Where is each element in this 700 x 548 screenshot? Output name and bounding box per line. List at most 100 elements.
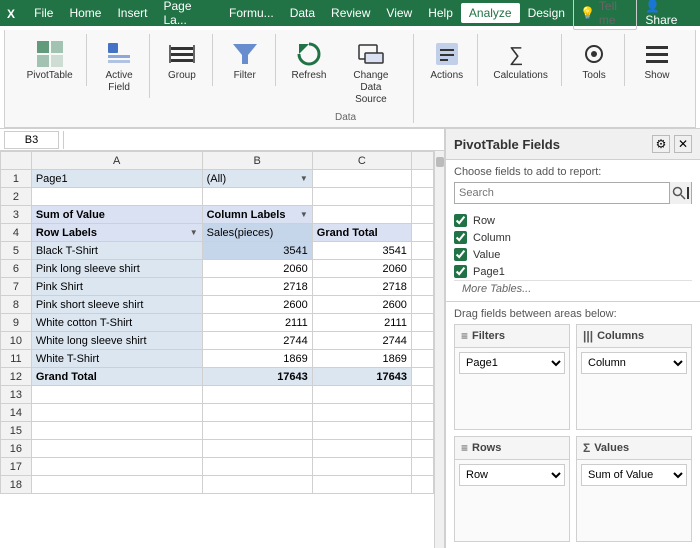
- tell-me-box[interactable]: 💡 Tell me: [573, 0, 637, 30]
- cell[interactable]: [312, 476, 411, 494]
- cell[interactable]: 2600: [202, 296, 312, 314]
- cell[interactable]: Pink Shirt: [31, 278, 202, 296]
- col-header-c[interactable]: C: [312, 152, 411, 170]
- cell[interactable]: [31, 422, 202, 440]
- cell[interactable]: [312, 206, 411, 224]
- col-header-a[interactable]: A: [31, 152, 202, 170]
- tools-button[interactable]: Tools: [571, 34, 617, 86]
- cell[interactable]: [312, 458, 411, 476]
- cell[interactable]: [31, 440, 202, 458]
- cell[interactable]: 3541: [202, 242, 312, 260]
- cell[interactable]: [312, 440, 411, 458]
- field-checkbox-row[interactable]: [454, 214, 467, 227]
- cell[interactable]: 1869: [312, 350, 411, 368]
- refresh-button[interactable]: Refresh: [286, 34, 333, 86]
- cell[interactable]: Column Labels▼: [202, 206, 312, 224]
- cell[interactable]: 2060: [202, 260, 312, 278]
- calculations-button[interactable]: ∑ Calculations: [486, 34, 554, 86]
- cell[interactable]: 2111: [312, 314, 411, 332]
- menu-formulas[interactable]: Formu...: [221, 3, 282, 23]
- cell[interactable]: [31, 476, 202, 494]
- cell[interactable]: Page1: [31, 170, 202, 188]
- cell[interactable]: 2744: [312, 332, 411, 350]
- cell[interactable]: 3541: [312, 242, 411, 260]
- field-checkbox-value[interactable]: [454, 248, 467, 261]
- menu-insert[interactable]: Insert: [109, 3, 155, 23]
- name-box[interactable]: [4, 131, 59, 149]
- cell[interactable]: Grand Total: [312, 224, 411, 242]
- cell[interactable]: [202, 476, 312, 494]
- menu-view[interactable]: View: [378, 3, 420, 23]
- cell[interactable]: Pink long sleeve shirt: [31, 260, 202, 278]
- menu-home[interactable]: Home: [61, 3, 109, 23]
- cell[interactable]: [31, 386, 202, 404]
- vertical-scrollbar[interactable]: [434, 151, 444, 548]
- menu-data[interactable]: Data: [282, 3, 323, 23]
- menu-design[interactable]: Design: [520, 3, 573, 23]
- cell[interactable]: [202, 386, 312, 404]
- cell[interactable]: Row Labels▼: [31, 224, 202, 242]
- cell[interactable]: [202, 404, 312, 422]
- more-tables-link[interactable]: More Tables...: [454, 280, 692, 297]
- cell[interactable]: [202, 440, 312, 458]
- cell[interactable]: [312, 422, 411, 440]
- area-select-values[interactable]: Sum of Value: [581, 464, 687, 486]
- cell[interactable]: [312, 404, 411, 422]
- cell[interactable]: White long sleeve shirt: [31, 332, 202, 350]
- cell[interactable]: [31, 458, 202, 476]
- share-button[interactable]: 👤 Share: [645, 0, 690, 27]
- search-icon-button[interactable]: [669, 182, 691, 204]
- cell[interactable]: [312, 188, 411, 206]
- scroll-thumb[interactable]: [436, 157, 444, 167]
- cell[interactable]: White T-Shirt: [31, 350, 202, 368]
- actions-button[interactable]: Actions: [423, 34, 470, 86]
- change-data-button[interactable]: Change DataSource: [336, 34, 405, 110]
- cell[interactable]: 17643: [202, 368, 312, 386]
- cell[interactable]: [312, 170, 411, 188]
- tools-label: Tools: [582, 70, 605, 82]
- cell[interactable]: 1869: [202, 350, 312, 368]
- cell[interactable]: 2600: [312, 296, 411, 314]
- area-select-rows[interactable]: Row: [459, 464, 565, 486]
- cell[interactable]: 2718: [202, 278, 312, 296]
- cell[interactable]: 2060: [312, 260, 411, 278]
- cell[interactable]: Black T-Shirt: [31, 242, 202, 260]
- cell[interactable]: [31, 404, 202, 422]
- group-button[interactable]: Group: [159, 34, 205, 86]
- cell[interactable]: [312, 386, 411, 404]
- row-number: 3: [1, 206, 32, 224]
- cell[interactable]: Grand Total: [31, 368, 202, 386]
- cell[interactable]: [202, 458, 312, 476]
- menu-file[interactable]: File: [26, 3, 61, 23]
- cell[interactable]: Sales(pieces): [202, 224, 312, 242]
- menu-analyze[interactable]: Analyze: [461, 3, 520, 23]
- filter-button[interactable]: Filter: [222, 34, 268, 86]
- cell[interactable]: White cotton T-Shirt: [31, 314, 202, 332]
- menu-help[interactable]: Help: [420, 3, 461, 23]
- col-header-b[interactable]: B: [202, 152, 312, 170]
- cell[interactable]: Sum of Value: [31, 206, 202, 224]
- cell[interactable]: Pink short sleeve shirt: [31, 296, 202, 314]
- area-select-filters[interactable]: Page1: [459, 352, 565, 374]
- panel-settings-button[interactable]: ⚙: [652, 135, 670, 153]
- cell[interactable]: [202, 188, 312, 206]
- area-select-columns[interactable]: Column: [581, 352, 687, 374]
- cell[interactable]: 17643: [312, 368, 411, 386]
- search-input[interactable]: [455, 187, 669, 199]
- cell[interactable]: [202, 422, 312, 440]
- cell[interactable]: [31, 188, 202, 206]
- cell[interactable]: 2718: [312, 278, 411, 296]
- areas-grid: ≡FiltersPage1|||ColumnsColumn≡RowsRowΣVa…: [446, 324, 700, 548]
- cell[interactable]: 2744: [202, 332, 312, 350]
- cell[interactable]: (All)▼: [202, 170, 312, 188]
- cell[interactable]: 2111: [202, 314, 312, 332]
- field-checkbox-page1[interactable]: [454, 265, 467, 278]
- active-field-button[interactable]: ActiveField: [96, 34, 142, 98]
- pivottable-button[interactable]: PivotTable: [20, 34, 80, 86]
- show-button[interactable]: Show: [634, 34, 680, 86]
- menu-pagelayout[interactable]: Page La...: [155, 0, 221, 30]
- menu-review[interactable]: Review: [323, 3, 378, 23]
- panel-close-button[interactable]: ✕: [674, 135, 692, 153]
- formula-input[interactable]: [68, 131, 440, 149]
- field-checkbox-column[interactable]: [454, 231, 467, 244]
